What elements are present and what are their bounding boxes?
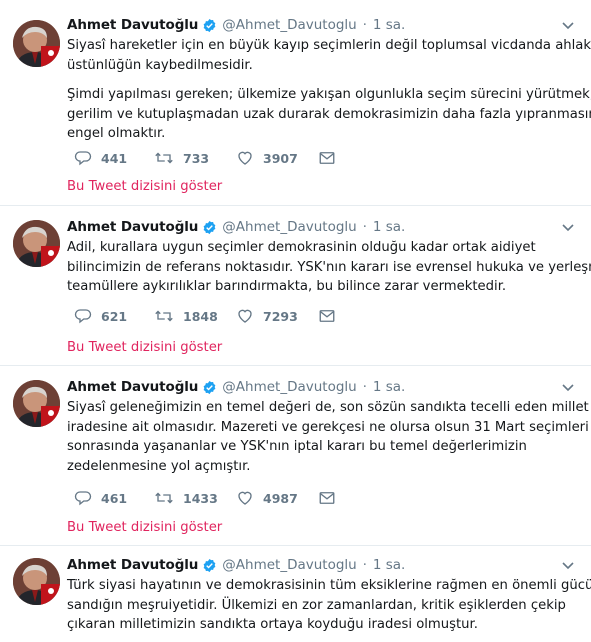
tweet-text-line: sandığın meşruiyetidir. Ülkemizi en zor … [67, 597, 566, 613]
like-icon [238, 491, 252, 505]
like-count: 4987 [263, 490, 298, 506]
avatar[interactable] [13, 558, 60, 605]
verified-badge-icon [203, 380, 216, 394]
tweet-actions: 441 733 3907 [74, 148, 336, 168]
author-handle[interactable]: @Ahmet_Davutoglu [222, 219, 356, 235]
retweet-icon [155, 492, 173, 504]
reply-count: 441 [101, 150, 128, 166]
show-thread-link[interactable]: Bu Tweet dizisini göster [67, 340, 222, 355]
reply-button[interactable]: 461 [74, 489, 154, 507]
tweet[interactable]: Ahmet Davutoğlu @Ahmet_Davutoglu · 1 sa.… [0, 366, 591, 546]
tweet-text-line: bilincimizin de referans noktasıdır. YSK… [67, 259, 591, 275]
retweet-icon [155, 310, 173, 322]
timestamp[interactable]: 1 sa. [373, 379, 405, 395]
reply-count: 621 [101, 308, 128, 324]
retweet-button[interactable]: 1433 [154, 489, 236, 507]
chevron-down-icon[interactable] [559, 16, 577, 34]
author-handle[interactable]: @Ahmet_Davutoglu [222, 17, 356, 33]
avatar[interactable] [13, 20, 60, 67]
tweet-text-line: Siyasî hareketler için en büyük kayıp se… [67, 38, 591, 53]
retweet-count: 1848 [183, 308, 218, 324]
reply-icon [74, 151, 92, 166]
chevron-down-icon[interactable] [559, 378, 577, 396]
like-count: 3907 [263, 150, 298, 166]
verified-badge-icon [203, 220, 216, 234]
reply-button[interactable]: 441 [74, 149, 154, 167]
separator-dot: · [362, 379, 367, 395]
retweet-count: 733 [183, 150, 210, 166]
chevron-down-icon[interactable] [559, 556, 577, 574]
tweet-text-line: çıkaran milletimizin sandıkta ortaya koy… [67, 617, 478, 632]
separator-dot: · [362, 17, 367, 33]
tweet-text-line: Şimdi yapılması gereken; ülkemize yakışa… [67, 87, 591, 102]
tweet-text-line: sonrasında yaşananlar ve YSK'nın iptal k… [67, 439, 527, 454]
timestamp[interactable]: 1 sa. [373, 219, 405, 235]
retweet-count: 1433 [183, 490, 218, 506]
reply-count: 461 [101, 490, 128, 506]
show-thread-link[interactable]: Bu Tweet dizisini göster [67, 520, 222, 535]
tweet-text-line: gerilim ve kutuplaşmadan uzak durarak de… [67, 106, 591, 122]
retweet-button[interactable]: 1848 [154, 307, 236, 325]
tweet-text-line: Türk siyasi hayatının ve demokrasisinin … [67, 578, 591, 593]
like-button[interactable]: 3907 [236, 149, 318, 167]
like-count: 7293 [263, 308, 298, 324]
like-icon [238, 151, 252, 165]
author-name[interactable]: Ahmet Davutoğlu [67, 557, 198, 573]
author-name[interactable]: Ahmet Davutoğlu [67, 379, 198, 395]
like-button[interactable]: 7293 [236, 307, 318, 325]
verified-badge-icon [203, 558, 216, 572]
like-button[interactable]: 4987 [236, 489, 318, 507]
chevron-down-icon[interactable] [559, 218, 577, 236]
tweet[interactable]: Ahmet Davutoğlu @Ahmet_Davutoglu · 1 sa.… [0, 206, 591, 366]
tweet-text-line: zedelenmesine yol açmıştır. [67, 458, 251, 474]
like-icon [238, 309, 252, 323]
tweet[interactable]: Ahmet Davutoğlu @Ahmet_Davutoglu · 1 sa.… [0, 546, 591, 642]
tweet[interactable]: Ahmet Davutoğlu @Ahmet_Davutoglu · 1 sa.… [0, 0, 591, 206]
tweet-text-line: teamüllere aykırılıklar barındırmakta, b… [67, 279, 507, 294]
dm-icon [319, 152, 335, 164]
dm-button[interactable] [318, 307, 336, 325]
dm-button[interactable] [318, 489, 336, 507]
tweet-text-line: engel olmaktır. [67, 126, 166, 141]
tweet-actions: 461 1433 4987 [74, 488, 336, 508]
reply-button[interactable]: 621 [74, 307, 154, 325]
reply-icon [74, 491, 92, 506]
separator-dot: · [362, 557, 367, 573]
tweet-text-line: iradesine ait olmasıdır. Mazereti ve ger… [67, 419, 589, 435]
tweet-text-line: Siyasî geleneğimizin en temel değeri de,… [67, 400, 589, 415]
tweet-feed: Ahmet Davutoğlu @Ahmet_Davutoglu · 1 sa.… [0, 0, 591, 642]
tweet-text-line: üstünlüğün kaybedilmesidir. [67, 57, 253, 73]
author-handle[interactable]: @Ahmet_Davutoglu [222, 379, 356, 395]
verified-badge-icon [203, 18, 216, 32]
tweet-text: Adil, kurallara uygun seçimler demokrasi… [67, 238, 591, 297]
dm-icon [319, 492, 335, 504]
retweet-icon [155, 152, 173, 164]
show-thread-link[interactable]: Bu Tweet dizisini göster [67, 179, 222, 194]
avatar[interactable] [13, 220, 60, 267]
timestamp[interactable]: 1 sa. [373, 17, 405, 33]
tweet-text: Siyasî hareketler için en büyük kayıp se… [67, 36, 591, 144]
tweet-text: Siyasî geleneğimizin en temel değeri de,… [67, 398, 589, 476]
dm-icon [319, 310, 335, 322]
timestamp[interactable]: 1 sa. [373, 557, 405, 573]
tweet-text-line: Adil, kurallara uygun seçimler demokrasi… [67, 240, 536, 255]
avatar[interactable] [13, 380, 60, 427]
author-handle[interactable]: @Ahmet_Davutoglu [222, 557, 356, 573]
tweet-text: Türk siyasi hayatının ve demokrasisinin … [67, 576, 591, 635]
separator-dot: · [362, 219, 367, 235]
author-name[interactable]: Ahmet Davutoğlu [67, 17, 198, 33]
dm-button[interactable] [318, 149, 336, 167]
reply-icon [74, 309, 92, 324]
author-name[interactable]: Ahmet Davutoğlu [67, 219, 198, 235]
tweet-actions: 621 1848 7293 [74, 306, 336, 326]
retweet-button[interactable]: 733 [154, 149, 236, 167]
